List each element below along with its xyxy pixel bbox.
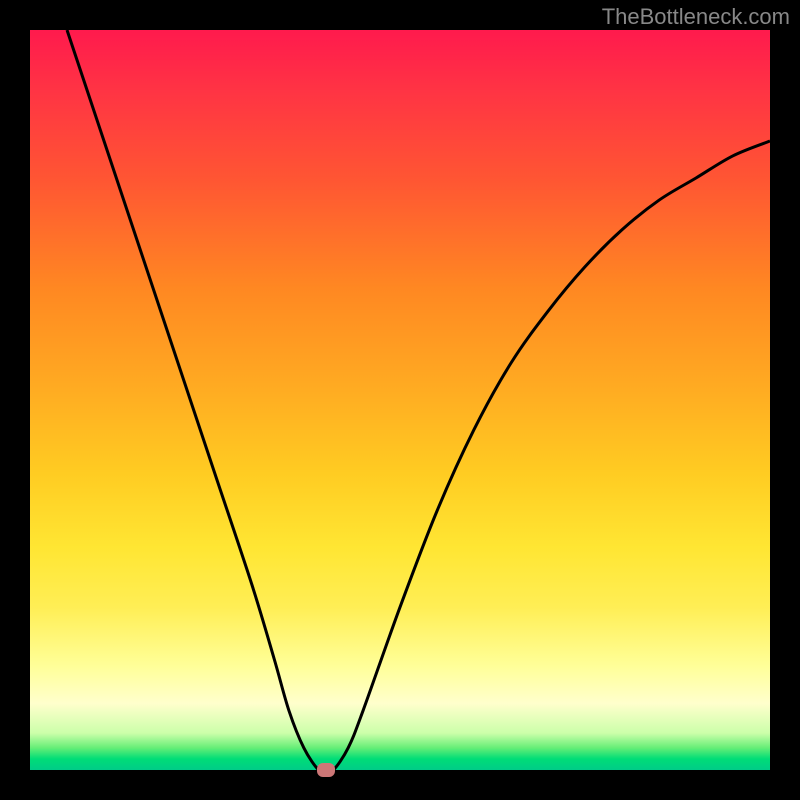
chart-container: TheBottleneck.com — [0, 0, 800, 800]
watermark-text: TheBottleneck.com — [602, 4, 790, 30]
gradient-plot-area — [30, 30, 770, 770]
optimal-marker — [317, 763, 335, 777]
